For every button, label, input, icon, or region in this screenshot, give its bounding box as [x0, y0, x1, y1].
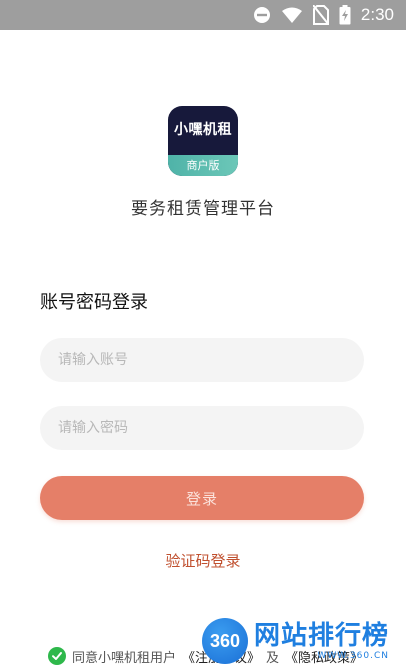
watermark-text: 网站排行榜 WWW.360.CN — [254, 621, 389, 661]
login-section-title: 账号密码登录 — [40, 292, 148, 313]
battery-charging-icon — [339, 5, 351, 25]
login-screen: 2:30 小嘿机租 商户版 要务租赁管理平台 账号密码登录 登录 验证码登录 同… — [0, 0, 406, 670]
login-button[interactable]: 登录 — [40, 476, 364, 520]
watermark-subtitle: WWW.360.CN — [317, 651, 390, 661]
logo-name: 小嘿机租 — [174, 122, 232, 138]
password-input[interactable] — [40, 406, 364, 450]
status-time: 2:30 — [360, 5, 394, 24]
wifi-icon — [281, 6, 303, 24]
app-logo: 小嘿机租 商户版 — [168, 106, 238, 176]
watermark-title: 网站排行榜 — [254, 621, 390, 651]
platform-title: 要务租赁管理平台 — [131, 199, 275, 219]
watermark-logo: 360 网站排行榜 WWW.360.CN — [202, 612, 406, 670]
logo-badge: 商户版 — [168, 155, 238, 176]
code-login-link[interactable]: 验证码登录 — [0, 550, 406, 571]
watermark-circle: 360 — [202, 618, 248, 664]
check-icon[interactable] — [48, 647, 66, 665]
account-input[interactable] — [40, 338, 364, 382]
no-sim-icon — [312, 5, 329, 25]
status-bar: 2:30 — [0, 0, 406, 30]
do-not-disturb-icon — [253, 6, 271, 24]
agreement-prefix: 同意小嘿机租用户 — [72, 650, 177, 666]
